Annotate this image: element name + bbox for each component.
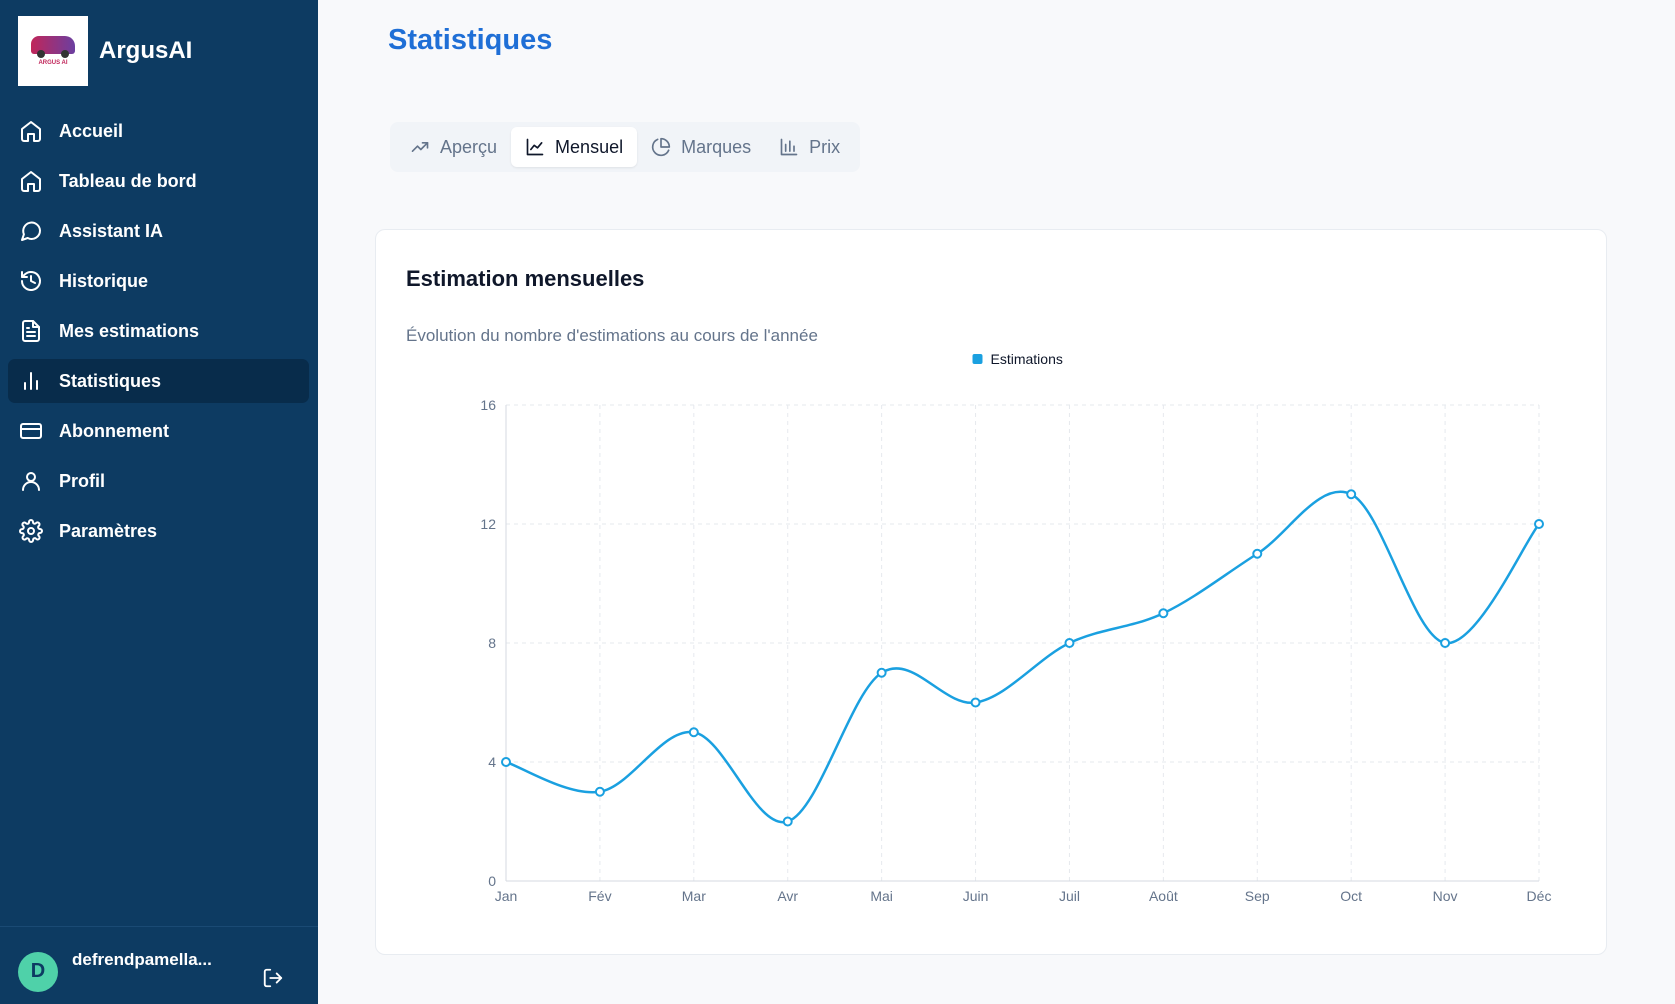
sidebar-item-mes-estimations[interactable]: Mes estimations [8,309,309,353]
y-tick-label: 16 [480,397,496,413]
data-point [1064,638,1075,648]
legend-label: Estimations [991,351,1063,367]
data-point [782,816,793,827]
bar-chart-icon [24,372,38,390]
home-icon [21,171,41,192]
tab-mensuel[interactable]: Mensuel [511,127,638,167]
user-name: defrendpamella... [72,949,212,969]
brand-name: ArgusAI [99,37,193,64]
x-tick-label: Nov [1433,888,1458,904]
x-tick-label: Mai [870,888,893,904]
x-tick-label: Juil [1059,888,1080,904]
credit-card-icon [20,423,42,439]
sidebar-item-label: Paramètres [59,520,158,541]
x-tick-label: Mar [682,888,706,904]
sidebar-item-label: Profil [59,470,106,491]
data-point [1440,638,1451,648]
tab-apercu[interactable]: Aperçu [396,127,511,167]
data-point [1346,489,1357,500]
line-chart-icon [526,138,544,156]
data-point [876,667,887,678]
tab-label: Aperçu [440,136,498,157]
y-tick-label: 0 [488,873,496,889]
logout-icon[interactable] [262,967,284,989]
x-tick-label: Avr [777,888,798,904]
avatar[interactable]: D [18,951,58,992]
sidebar-item-label: Accueil [59,120,124,141]
logo-text: ARGUS AI [38,60,68,66]
sidebar-item-assistant-ia[interactable]: Assistant IA [8,209,309,253]
sidebar-item-historique[interactable]: Historique [8,259,309,303]
gear-icon [19,519,43,543]
data-point [1158,608,1169,619]
car-logo-icon [31,36,75,58]
user-bar: D defrendpamella... [0,926,318,1004]
brand[interactable]: ARGUS AI ArgusAI [18,16,192,86]
x-tick-label: Déc [1527,888,1552,904]
tab-marques[interactable]: Marques [637,127,765,167]
trending-up-icon [411,142,429,152]
tab-prix[interactable]: Prix [765,127,854,167]
tab-label: Mensuel [555,136,624,157]
sidebar-item-tableau-de-bord[interactable]: Tableau de bord [8,159,309,203]
x-tick-label: Sep [1245,888,1270,904]
y-tick-label: 12 [480,516,496,532]
home-icon [21,121,41,142]
data-point [688,727,699,738]
data-point [970,697,981,708]
line-chart: 0 4 8 12 16 Jan Fév Mar Avr Mai Juin Juil Août Sep Oct… [480,351,1552,904]
sidebar-item-profil[interactable]: Profil [8,459,309,503]
document-icon [22,320,40,342]
history-icon [21,271,41,291]
x-tick-label: Août [1149,888,1178,904]
chart-card: Estimation mensuelles Évolution du nombr… [375,229,1607,955]
x-tick-label: Oct [1340,888,1362,904]
user-icon [22,472,40,491]
y-tick-label: 8 [488,635,496,651]
sidebar-item-parametres[interactable]: Paramètres [8,509,309,553]
tab-label: Marques [681,136,752,157]
data-point [1534,519,1544,529]
tab-label: Prix [809,136,841,157]
data-point [1252,548,1263,559]
sidebar: ARGUS AI ArgusAI Accueil Tableau de bord… [0,0,318,1004]
legend-swatch [972,354,983,364]
sidebar-item-label: Mes estimations [59,320,200,341]
sidebar-item-label: Assistant IA [59,220,164,241]
sidebar-item-label: Abonnement [59,420,169,441]
data-point [594,786,605,797]
brand-logo: ARGUS AI [18,16,88,86]
chat-bubble-icon [21,221,42,241]
sidebar-nav: Accueil Tableau de bord Assistant IA His… [8,109,309,559]
data-point [501,757,511,767]
x-tick-label: Fév [588,888,611,904]
sidebar-item-statistiques[interactable]: Statistiques [8,359,309,403]
x-tick-label: Jan [495,888,518,904]
sidebar-item-label: Tableau de bord [59,170,197,191]
bar-chart-icon [780,138,798,156]
sidebar-item-accueil[interactable]: Accueil [8,109,309,153]
sidebar-item-abonnement[interactable]: Abonnement [8,409,309,453]
y-tick-label: 4 [488,754,496,770]
tab-list: Aperçu Mensuel Marques Prix [390,122,861,172]
series-line-estimations [505,490,1540,824]
sidebar-item-label: Statistiques [59,370,162,391]
sidebar-item-label: Historique [59,270,149,291]
page-title: Statistiques [388,24,553,56]
x-tick-label: Juin [963,888,989,904]
pie-chart-icon [651,137,671,157]
